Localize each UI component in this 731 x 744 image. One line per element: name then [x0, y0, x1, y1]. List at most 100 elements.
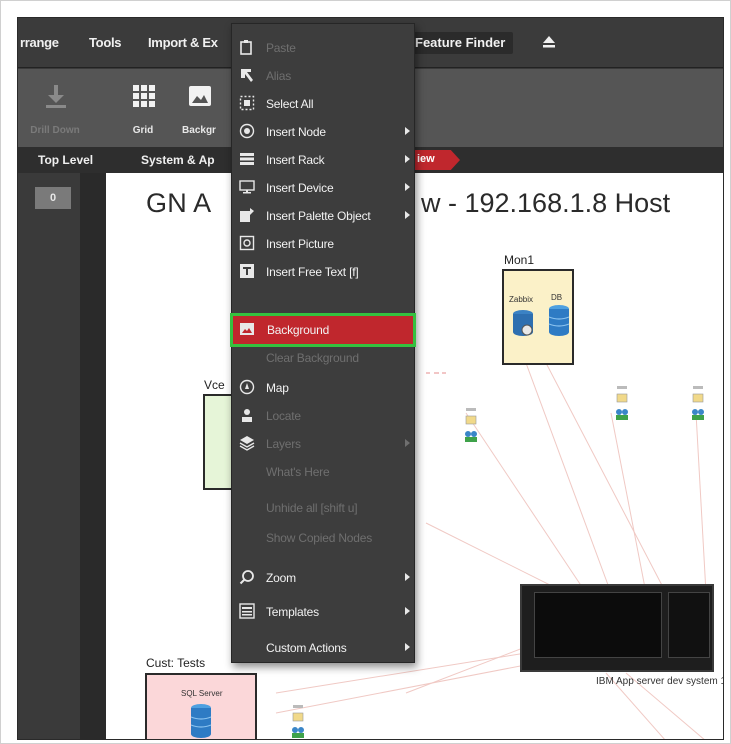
menu-item-zoom-label: Zoom [266, 571, 296, 585]
menu-item-insert-device[interactable]: Insert Device [232, 174, 416, 202]
layers-icon [239, 436, 255, 451]
submenu-arrow-icon [405, 127, 410, 135]
alias-arrow-icon [241, 69, 253, 82]
submenu-arrow-icon [405, 607, 410, 615]
menu-item-alias[interactable]: Alias [232, 62, 416, 90]
menu-item-background-label: Background [267, 323, 330, 337]
group-label-cust-tests: Cust: Tests [146, 656, 206, 670]
host-node-icon-2[interactable] [614, 384, 630, 424]
templates-icon [239, 603, 255, 619]
menu-item-custom-actions[interactable]: Custom Actions [232, 634, 416, 662]
group-label-mon1: Mon1 [504, 253, 535, 267]
host-node-icon-3[interactable] [690, 384, 706, 424]
paste-icon [240, 40, 252, 55]
zabbix-node-icon[interactable] [511, 309, 535, 339]
menu-item-insert-palette-object-label: Insert Palette Object [266, 209, 371, 223]
node-label-db: DB [551, 293, 563, 302]
submenu-arrow-icon [405, 439, 410, 447]
group-mon1[interactable]: Zabbix DB [502, 269, 574, 365]
menu-item-background[interactable]: Background [230, 313, 416, 347]
group-cust-tests[interactable]: SQL Server [145, 673, 257, 740]
server-screen [534, 592, 662, 658]
canvas-title-right: w - 192.168.1.8 Host [421, 188, 671, 218]
breadcrumb-top-level[interactable]: Top Level [38, 153, 93, 167]
menu-item-paste[interactable]: Paste [232, 34, 416, 62]
menu-item-whats-here[interactable]: What's Here [232, 458, 416, 486]
breadcrumb-current-label: iew [417, 153, 435, 165]
menu-item-paste-label: Paste [266, 41, 296, 55]
zoom-icon [239, 570, 254, 585]
menu-item-insert-rack-label: Insert Rack [266, 153, 325, 167]
level-indicator[interactable]: 0 [35, 187, 71, 209]
group-label-vce: Vce [204, 378, 225, 392]
menu-item-layers[interactable]: Layers [232, 430, 416, 458]
menu-item-clear-background[interactable]: Clear Background [232, 344, 416, 372]
submenu-arrow-icon [405, 155, 410, 163]
node-label-sql-server: SQL Server [181, 689, 223, 698]
menu-tools[interactable]: Tools [89, 35, 122, 50]
background-icon [240, 323, 254, 335]
menu-item-show-copied-nodes[interactable]: Show Copied Nodes [232, 524, 416, 552]
submenu-arrow-icon [405, 643, 410, 651]
menu-item-unhide-all[interactable]: Unhide all [shift u] [232, 494, 416, 522]
host-node-icon-4[interactable] [290, 703, 306, 740]
breadcrumb-current[interactable]: iew [414, 150, 460, 170]
menu-arrange[interactable]: rrange [20, 35, 59, 50]
menu-item-templates[interactable]: Templates [232, 598, 416, 626]
menu-item-insert-node[interactable]: Insert Node [232, 118, 416, 146]
db-node-icon[interactable] [547, 304, 571, 338]
menu-item-select-all-label: Select All [266, 97, 314, 111]
select-all-icon [239, 95, 255, 111]
menu-import-export[interactable]: Import & Ex [148, 35, 218, 50]
feature-finder-button[interactable]: Feature Finder [413, 32, 514, 54]
submenu-arrow-icon [405, 183, 410, 191]
menu-item-templates-label: Templates [266, 605, 319, 619]
menu-item-custom-actions-label: Custom Actions [266, 641, 347, 655]
rack-icon [240, 153, 254, 165]
menu-item-map[interactable]: Map [232, 374, 416, 402]
menu-item-insert-free-text-label: Insert Free Text [f] [266, 265, 359, 279]
node-icon [239, 123, 255, 139]
menu-item-locate-label: Locate [266, 409, 301, 423]
server-label: IBM App server dev system 1 [596, 676, 724, 687]
picture-icon [189, 86, 211, 106]
canvas-title-left: GN A [146, 188, 212, 218]
menu-item-insert-palette-object[interactable]: Insert Palette Object [232, 202, 416, 230]
server-rack-panel [668, 592, 710, 658]
menu-item-show-copied-nodes-label: Show Copied Nodes [266, 531, 373, 545]
picture-frame-icon [239, 235, 255, 251]
menu-item-locate[interactable]: Locate [232, 402, 416, 430]
node-label-zabbix: Zabbix [509, 295, 534, 304]
menu-item-select-all[interactable]: Select All [232, 90, 416, 118]
app-window: rrange Tools Import & Ex Feature Finder … [17, 17, 724, 740]
context-menu: Paste Alias Select All Insert Node Inser… [230, 23, 416, 663]
background-toolbar-button[interactable]: Backgr [170, 77, 228, 141]
breadcrumb-system-apps[interactable]: System & Ap [141, 153, 215, 167]
text-icon [240, 264, 254, 278]
eject-icon[interactable] [542, 35, 556, 49]
submenu-arrow-icon [405, 573, 410, 581]
menu-item-insert-rack[interactable]: Insert Rack [232, 146, 416, 174]
grid-button[interactable]: Grid [114, 77, 172, 141]
menu-item-zoom[interactable]: Zoom [232, 564, 416, 592]
menu-item-layers-label: Layers [266, 437, 301, 451]
menu-item-clear-background-label: Clear Background [266, 351, 359, 365]
menu-item-insert-free-text[interactable]: Insert Free Text [f] [232, 258, 416, 286]
grid-label: Grid [132, 125, 154, 136]
ibm-app-server-node[interactable] [520, 584, 714, 672]
menu-item-alias-label: Alias [266, 69, 292, 83]
palette-icon [240, 208, 254, 222]
grid-icon [133, 85, 155, 107]
menu-item-insert-picture[interactable]: Insert Picture [232, 230, 416, 258]
map-icon [239, 379, 255, 395]
drill-down-button[interactable]: Drill Down [26, 77, 84, 141]
canvas-gutter [80, 173, 106, 739]
locate-icon [242, 409, 252, 422]
menu-item-insert-node-label: Insert Node [266, 125, 326, 139]
drill-down-label: Drill Down [30, 125, 80, 136]
device-icon [239, 180, 255, 194]
download-icon [46, 85, 66, 108]
background-toolbar-label: Backgr [182, 125, 216, 136]
host-node-icon[interactable] [463, 406, 479, 446]
sql-server-node-icon[interactable] [189, 703, 213, 740]
